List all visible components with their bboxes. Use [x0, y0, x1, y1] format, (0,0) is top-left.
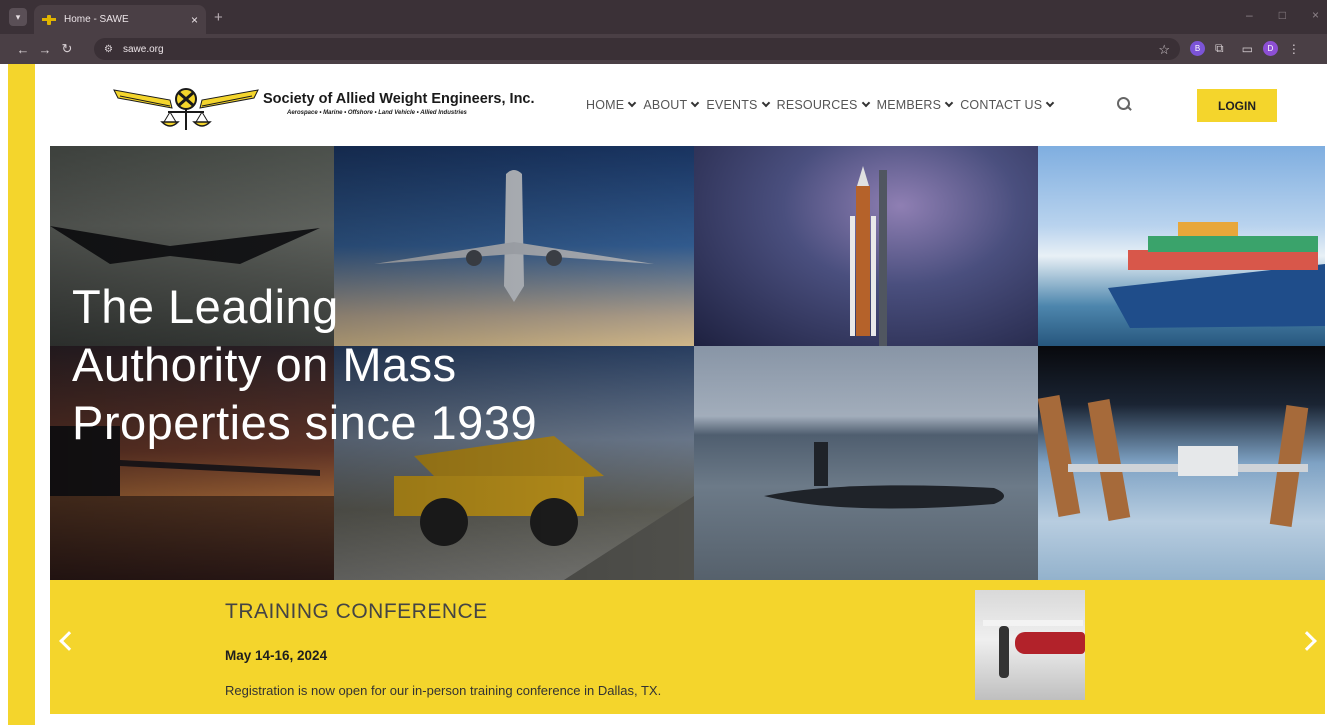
chevron-down-icon: [1046, 98, 1055, 108]
org-name[interactable]: Society of Allied Weight Engineers, Inc.: [263, 91, 535, 107]
chevron-down-icon: [861, 98, 870, 108]
org-tagline: Aerospace • Marine • Offshore • Land Veh…: [287, 110, 467, 116]
main-nav: HOME ABOUT EVENTS RESOURCES MEMBERS CONT…: [586, 98, 1055, 112]
bookmark-star-icon[interactable]: ☆: [1158, 42, 1170, 58]
maximize-button[interactable]: □: [1279, 8, 1286, 22]
chevron-down-icon: [944, 98, 954, 108]
web-page: Society of Allied Weight Engineers, Inc.…: [0, 64, 1327, 725]
slide-next-arrow-icon[interactable]: [1297, 631, 1317, 651]
minimize-button[interactable]: –: [1246, 8, 1253, 22]
slide-date: May 14-16, 2024: [225, 648, 328, 663]
nav-members[interactable]: MEMBERS: [876, 98, 954, 112]
sawe-favicon-icon: [42, 14, 56, 25]
submarine-image: [694, 346, 1038, 580]
extension-badge[interactable]: B: [1190, 41, 1205, 56]
hero-headline-line-1: The Leading: [72, 280, 339, 333]
slide-title[interactable]: TRAINING CONFERENCE: [225, 600, 488, 624]
tab-search-button[interactable]: ▾: [9, 8, 27, 26]
hero-headline-line-3: Properties since 1939: [72, 396, 538, 449]
chevron-down-icon: [628, 98, 637, 108]
hero-mosaic: The Leading Authority on Mass Properties…: [50, 146, 1325, 580]
nav-home[interactable]: HOME: [586, 98, 637, 112]
new-tab-button[interactable]: +: [214, 9, 223, 26]
sawe-logo-icon[interactable]: [112, 82, 260, 132]
nav-about-label: ABOUT: [643, 98, 688, 112]
tab-title: Home - SAWE: [64, 14, 129, 25]
conference-photo: [975, 590, 1085, 700]
browser-tab[interactable]: Home - SAWE ×: [34, 5, 206, 34]
window-controls: – □ ×: [1246, 8, 1319, 22]
forward-arrow-icon[interactable]: →: [34, 42, 56, 57]
slide-description: Registration is now open for our in-pers…: [225, 683, 662, 698]
search-icon[interactable]: [1117, 97, 1131, 111]
browser-menu-icon[interactable]: ⋮: [1288, 42, 1300, 56]
rocket-launch-image: [694, 146, 1038, 346]
url-text: sawe.org: [122, 43, 164, 55]
nav-about[interactable]: ABOUT: [643, 98, 700, 112]
aircraft-body-shape: [1015, 632, 1085, 654]
chevron-down-icon: [761, 98, 770, 108]
nav-members-label: MEMBERS: [876, 98, 942, 112]
profile-avatar[interactable]: D: [1262, 41, 1278, 56]
browser-toolbar: ← → ↻ ⚙ sawe.org ☆ B ⧉ ▭ D ⋮: [0, 34, 1327, 64]
hero-headline: The Leading Authority on Mass Properties…: [72, 278, 632, 452]
nav-resources[interactable]: RESOURCES: [776, 98, 870, 112]
chevron-down-icon: [691, 98, 700, 108]
nav-events-label: EVENTS: [706, 98, 758, 112]
container-ship-image: [1038, 146, 1325, 346]
tab-close-icon[interactable]: ×: [191, 13, 198, 27]
close-window-button[interactable]: ×: [1312, 8, 1319, 22]
aircraft-wing-shape: [983, 620, 1083, 626]
extensions-area: B ⧉ ▭ D ⋮: [1190, 41, 1300, 56]
browser-tab-bar: ▾ Home - SAWE × + – □ ×: [0, 0, 1327, 34]
nav-contact-us[interactable]: CONTACT US: [960, 98, 1055, 112]
reload-icon[interactable]: ↻: [56, 41, 78, 57]
nav-events[interactable]: EVENTS: [706, 98, 770, 112]
left-accent-band: [8, 64, 35, 725]
slide-prev-arrow-icon[interactable]: [59, 631, 79, 651]
address-bar[interactable]: ⚙ sawe.org ☆: [94, 38, 1180, 60]
extensions-puzzle-icon[interactable]: ⧉: [1215, 41, 1224, 56]
login-button[interactable]: LOGIN: [1197, 89, 1277, 122]
nav-home-label: HOME: [586, 98, 625, 112]
event-slide-banner: TRAINING CONFERENCE May 14-16, 2024 Regi…: [50, 580, 1325, 714]
nav-contact-us-label: CONTACT US: [960, 98, 1043, 112]
cast-icon[interactable]: ▭: [1242, 42, 1253, 56]
nav-resources-label: RESOURCES: [776, 98, 858, 112]
back-arrow-icon[interactable]: ←: [12, 42, 34, 57]
space-station-image: [1038, 346, 1325, 580]
site-settings-icon[interactable]: ⚙: [104, 44, 113, 55]
person-figure: [999, 626, 1009, 678]
hero-headline-line-2: Authority on Mass: [72, 338, 457, 391]
